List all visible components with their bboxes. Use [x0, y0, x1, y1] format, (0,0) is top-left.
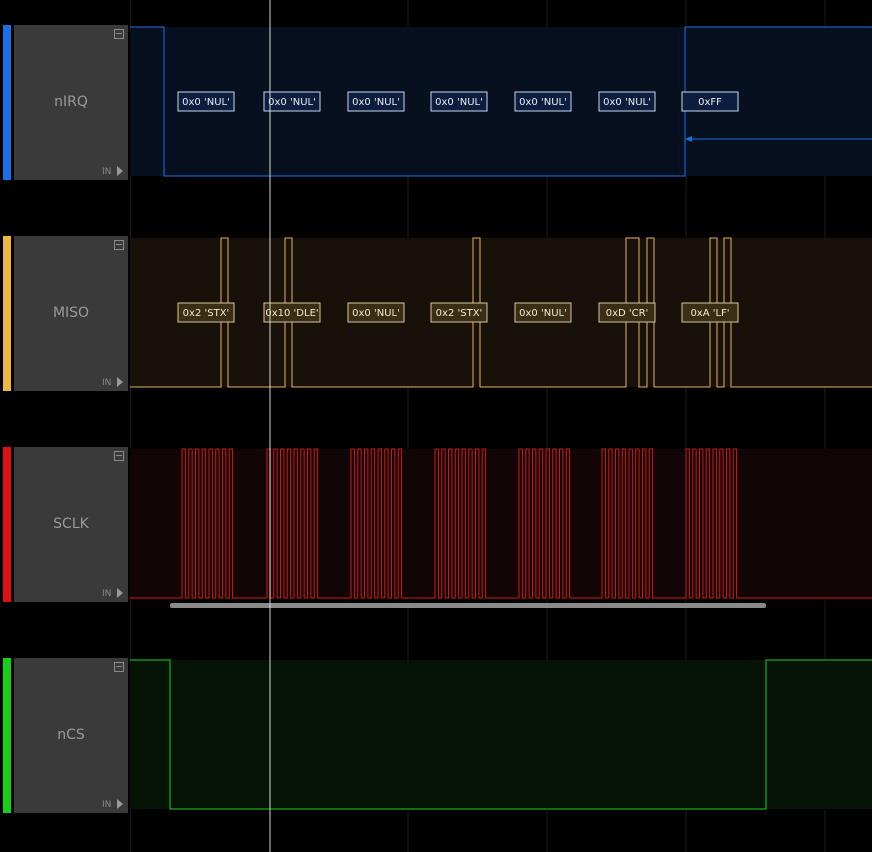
channel-color-strip — [3, 447, 11, 602]
decoded-byte-label: 0x0 'NUL' — [268, 97, 316, 108]
waveform-area[interactable]: 0x0 'NUL' 0x0 'NUL' 0x0 'NUL' 0x0 'NUL' … — [130, 0, 872, 852]
channel-color-strip — [3, 25, 11, 180]
decoded-byte-label: 0x0 'NUL' — [519, 308, 567, 319]
io-label: IN — [102, 167, 112, 177]
channel-name: nIRQ — [54, 94, 88, 110]
channel-color-strip — [3, 658, 11, 813]
io-label: IN — [102, 800, 112, 810]
decoded-byte-label: 0x0 'NUL' — [519, 97, 567, 108]
channel-header-nirq[interactable]: nIRQ IN — [0, 25, 130, 180]
collapse-icon[interactable] — [114, 240, 124, 250]
channel-panel[interactable]: SCLK IN — [14, 447, 128, 602]
decoded-byte-label: 0x10 'DLE' — [265, 308, 318, 319]
triangle-right-icon[interactable] — [117, 377, 123, 387]
triangle-right-icon[interactable] — [117, 799, 123, 809]
io-label: IN — [102, 378, 112, 388]
channel-header-ncs[interactable]: nCS IN — [0, 658, 130, 813]
decoded-byte-label: 0x2 'STX' — [183, 308, 230, 319]
lane-nirq — [130, 26, 872, 177]
collapse-icon[interactable] — [114, 451, 124, 461]
decoded-byte-label: 0xD 'CR' — [606, 308, 649, 319]
decoded-byte-label: 0x0 'NUL' — [435, 97, 483, 108]
decoded-byte-label: 0x0 'NUL' — [352, 308, 400, 319]
decoded-byte-label: 0x0 'NUL' — [182, 97, 230, 108]
decoded-byte-label: 0xFF — [698, 97, 722, 108]
decoded-byte-label: 0x0 'NUL' — [603, 97, 651, 108]
channel-color-strip — [3, 236, 11, 391]
channel-panel[interactable]: MISO IN — [14, 236, 128, 391]
channel-name: SCLK — [53, 516, 89, 532]
channel-header-miso[interactable]: MISO IN — [0, 236, 130, 391]
decoded-byte-label: 0x0 'NUL' — [352, 97, 400, 108]
channel-name: MISO — [52, 305, 90, 321]
lane-miso — [130, 237, 872, 388]
triangle-right-icon[interactable] — [117, 166, 123, 176]
collapse-icon[interactable] — [114, 662, 124, 672]
triangle-right-icon[interactable] — [117, 588, 123, 598]
channel-header-sclk[interactable]: SCLK IN — [0, 447, 130, 602]
channel-panel[interactable]: nCS IN — [14, 658, 128, 813]
channel-panel[interactable]: nIRQ IN — [14, 25, 128, 180]
lane-ncs — [130, 659, 872, 810]
horizontal-scrollbar[interactable] — [170, 603, 766, 608]
lane-sclk — [130, 448, 872, 599]
decoded-byte-label: 0x2 'STX' — [436, 308, 483, 319]
collapse-icon[interactable] — [114, 29, 124, 39]
io-label: IN — [102, 589, 112, 599]
decoded-byte-label: 0xA 'LF' — [690, 308, 729, 319]
channel-name: nCS — [57, 727, 85, 743]
